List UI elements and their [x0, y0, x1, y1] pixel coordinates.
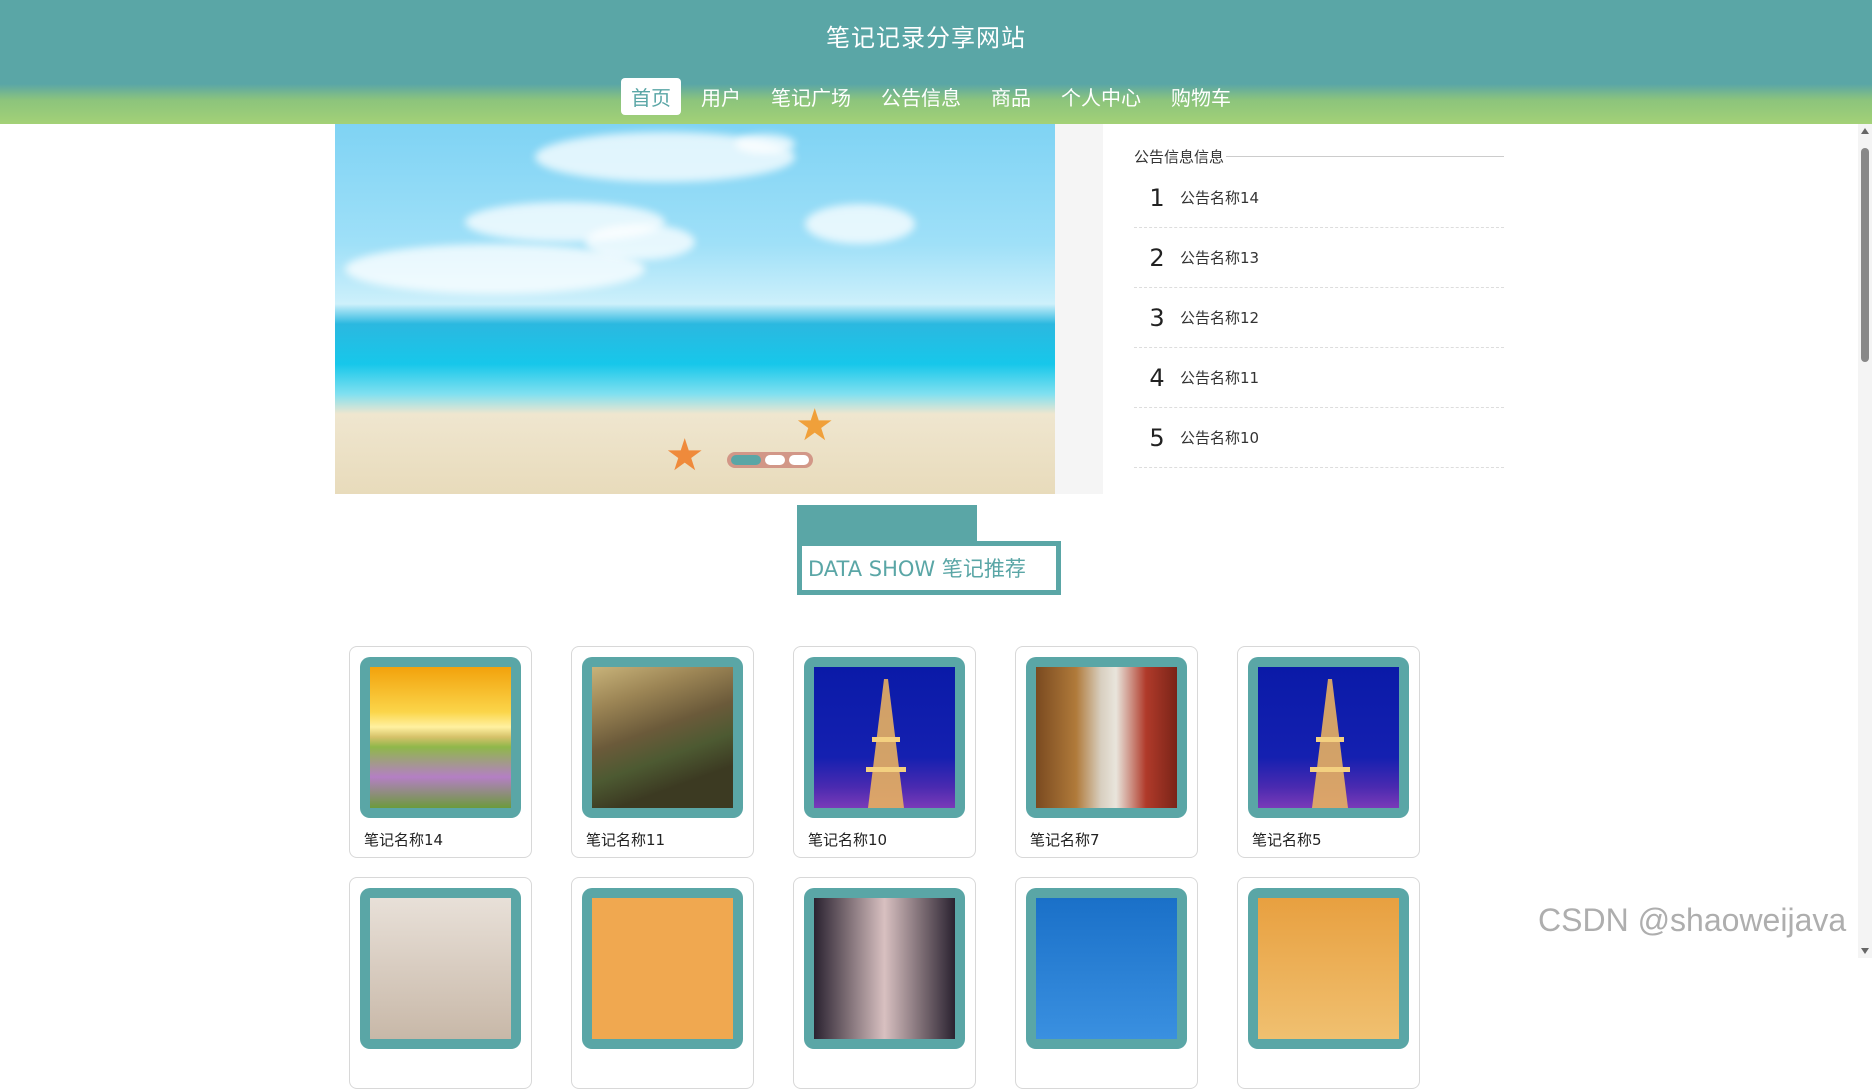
starfish-icon: ★: [665, 430, 705, 481]
note-image-frame: [804, 657, 965, 818]
notice-number: 4: [1149, 363, 1165, 392]
notice-number: 2: [1149, 243, 1165, 272]
notice-number: 3: [1149, 303, 1165, 332]
note-title[interactable]: 笔记名称14: [364, 829, 443, 850]
note-image-frame: [360, 657, 521, 818]
nav-item-cart[interactable]: 购物车: [1161, 78, 1241, 115]
notice-heading: 公告信息信息: [1134, 144, 1504, 168]
note-title[interactable]: 笔记名称5: [1252, 829, 1322, 850]
beach-slide-image: ★ ★: [335, 124, 1055, 494]
note-image[interactable]: [1258, 667, 1399, 808]
note-image-frame: [1248, 657, 1409, 818]
note-image-frame: [804, 888, 965, 1049]
nav-item-products[interactable]: 商品: [981, 78, 1041, 115]
carousel-dot[interactable]: [789, 455, 809, 465]
note-card[interactable]: [1237, 877, 1420, 1089]
divider: [1226, 155, 1504, 157]
scroll-thumb[interactable]: [1861, 148, 1869, 362]
notice-item[interactable]: 4 公告名称11: [1134, 348, 1504, 408]
carousel-dot[interactable]: [765, 455, 785, 465]
carousel-indicators: [727, 452, 813, 468]
note-card[interactable]: [1015, 877, 1198, 1089]
note-image-frame: [1026, 657, 1187, 818]
carousel-dot[interactable]: [731, 455, 761, 465]
note-image[interactable]: [814, 898, 955, 1039]
notice-item[interactable]: 2 公告名称13: [1134, 228, 1504, 288]
note-image-frame: [360, 888, 521, 1049]
note-image-frame: [582, 888, 743, 1049]
section-title-box: DATA SHOW 笔记推荐: [797, 541, 1061, 595]
note-card[interactable]: [571, 877, 754, 1089]
note-title[interactable]: 笔记名称7: [1030, 829, 1100, 850]
nav-item-personal-center[interactable]: 个人中心: [1051, 78, 1151, 115]
scroll-down-arrow-icon[interactable]: [1861, 948, 1869, 954]
notice-heading-text: 公告信息信息: [1134, 147, 1225, 166]
note-image[interactable]: [814, 667, 955, 808]
site-title: 笔记记录分享网站: [826, 24, 1026, 52]
note-image-frame: [582, 657, 743, 818]
nav-item-note-square[interactable]: 笔记广场: [761, 78, 861, 115]
notice-item[interactable]: 1 公告名称14: [1134, 168, 1504, 228]
notice-panel: 公告信息信息 1 公告名称14 2 公告名称13 3 公告名称12 4 公告名称…: [1134, 144, 1504, 468]
section-title-tab: [797, 505, 977, 541]
notice-title[interactable]: 公告名称13: [1180, 247, 1259, 268]
watermark: CSDN @shaoweijava: [1538, 902, 1847, 938]
note-card[interactable]: [793, 877, 976, 1089]
note-image-frame: [1026, 888, 1187, 1049]
main-nav: 首页 用户 笔记广场 公告信息 商品 个人中心 购物车: [621, 78, 1251, 115]
note-image[interactable]: [370, 898, 511, 1039]
nav-item-users[interactable]: 用户: [691, 78, 751, 115]
site-header: 笔记记录分享网站 首页 用户 笔记广场 公告信息 商品 个人中心 购物车: [0, 0, 1872, 124]
note-card[interactable]: 笔记名称10: [793, 646, 976, 858]
notice-number: 1: [1149, 183, 1165, 212]
note-card[interactable]: 笔记名称7: [1015, 646, 1198, 858]
notice-title[interactable]: 公告名称11: [1180, 367, 1259, 388]
note-card[interactable]: 笔记名称11: [571, 646, 754, 858]
scroll-up-arrow-icon[interactable]: [1861, 128, 1869, 134]
note-image[interactable]: [1036, 898, 1177, 1039]
notice-item[interactable]: 3 公告名称12: [1134, 288, 1504, 348]
note-image[interactable]: [592, 667, 733, 808]
note-image[interactable]: [592, 898, 733, 1039]
starfish-icon: ★: [795, 400, 835, 451]
note-card[interactable]: 笔记名称14: [349, 646, 532, 858]
note-card[interactable]: [349, 877, 532, 1089]
note-card[interactable]: 笔记名称5: [1237, 646, 1420, 858]
note-title[interactable]: 笔记名称10: [808, 829, 887, 850]
nav-item-notices[interactable]: 公告信息: [871, 78, 971, 115]
note-image[interactable]: [1036, 667, 1177, 808]
notice-item[interactable]: 5 公告名称10: [1134, 408, 1504, 468]
banner-carousel: ★ ★: [335, 124, 1103, 494]
notice-title[interactable]: 公告名称14: [1180, 187, 1259, 208]
notice-title[interactable]: 公告名称12: [1180, 307, 1259, 328]
notice-number: 5: [1149, 423, 1165, 452]
nav-item-home[interactable]: 首页: [621, 78, 681, 115]
note-image-frame: [1248, 888, 1409, 1049]
section-title: DATA SHOW 笔记推荐: [808, 557, 1026, 581]
note-image[interactable]: [1258, 898, 1399, 1039]
page-scrollbar[interactable]: [1858, 124, 1872, 958]
note-image[interactable]: [370, 667, 511, 808]
notice-title[interactable]: 公告名称10: [1180, 427, 1259, 448]
note-title[interactable]: 笔记名称11: [586, 829, 665, 850]
